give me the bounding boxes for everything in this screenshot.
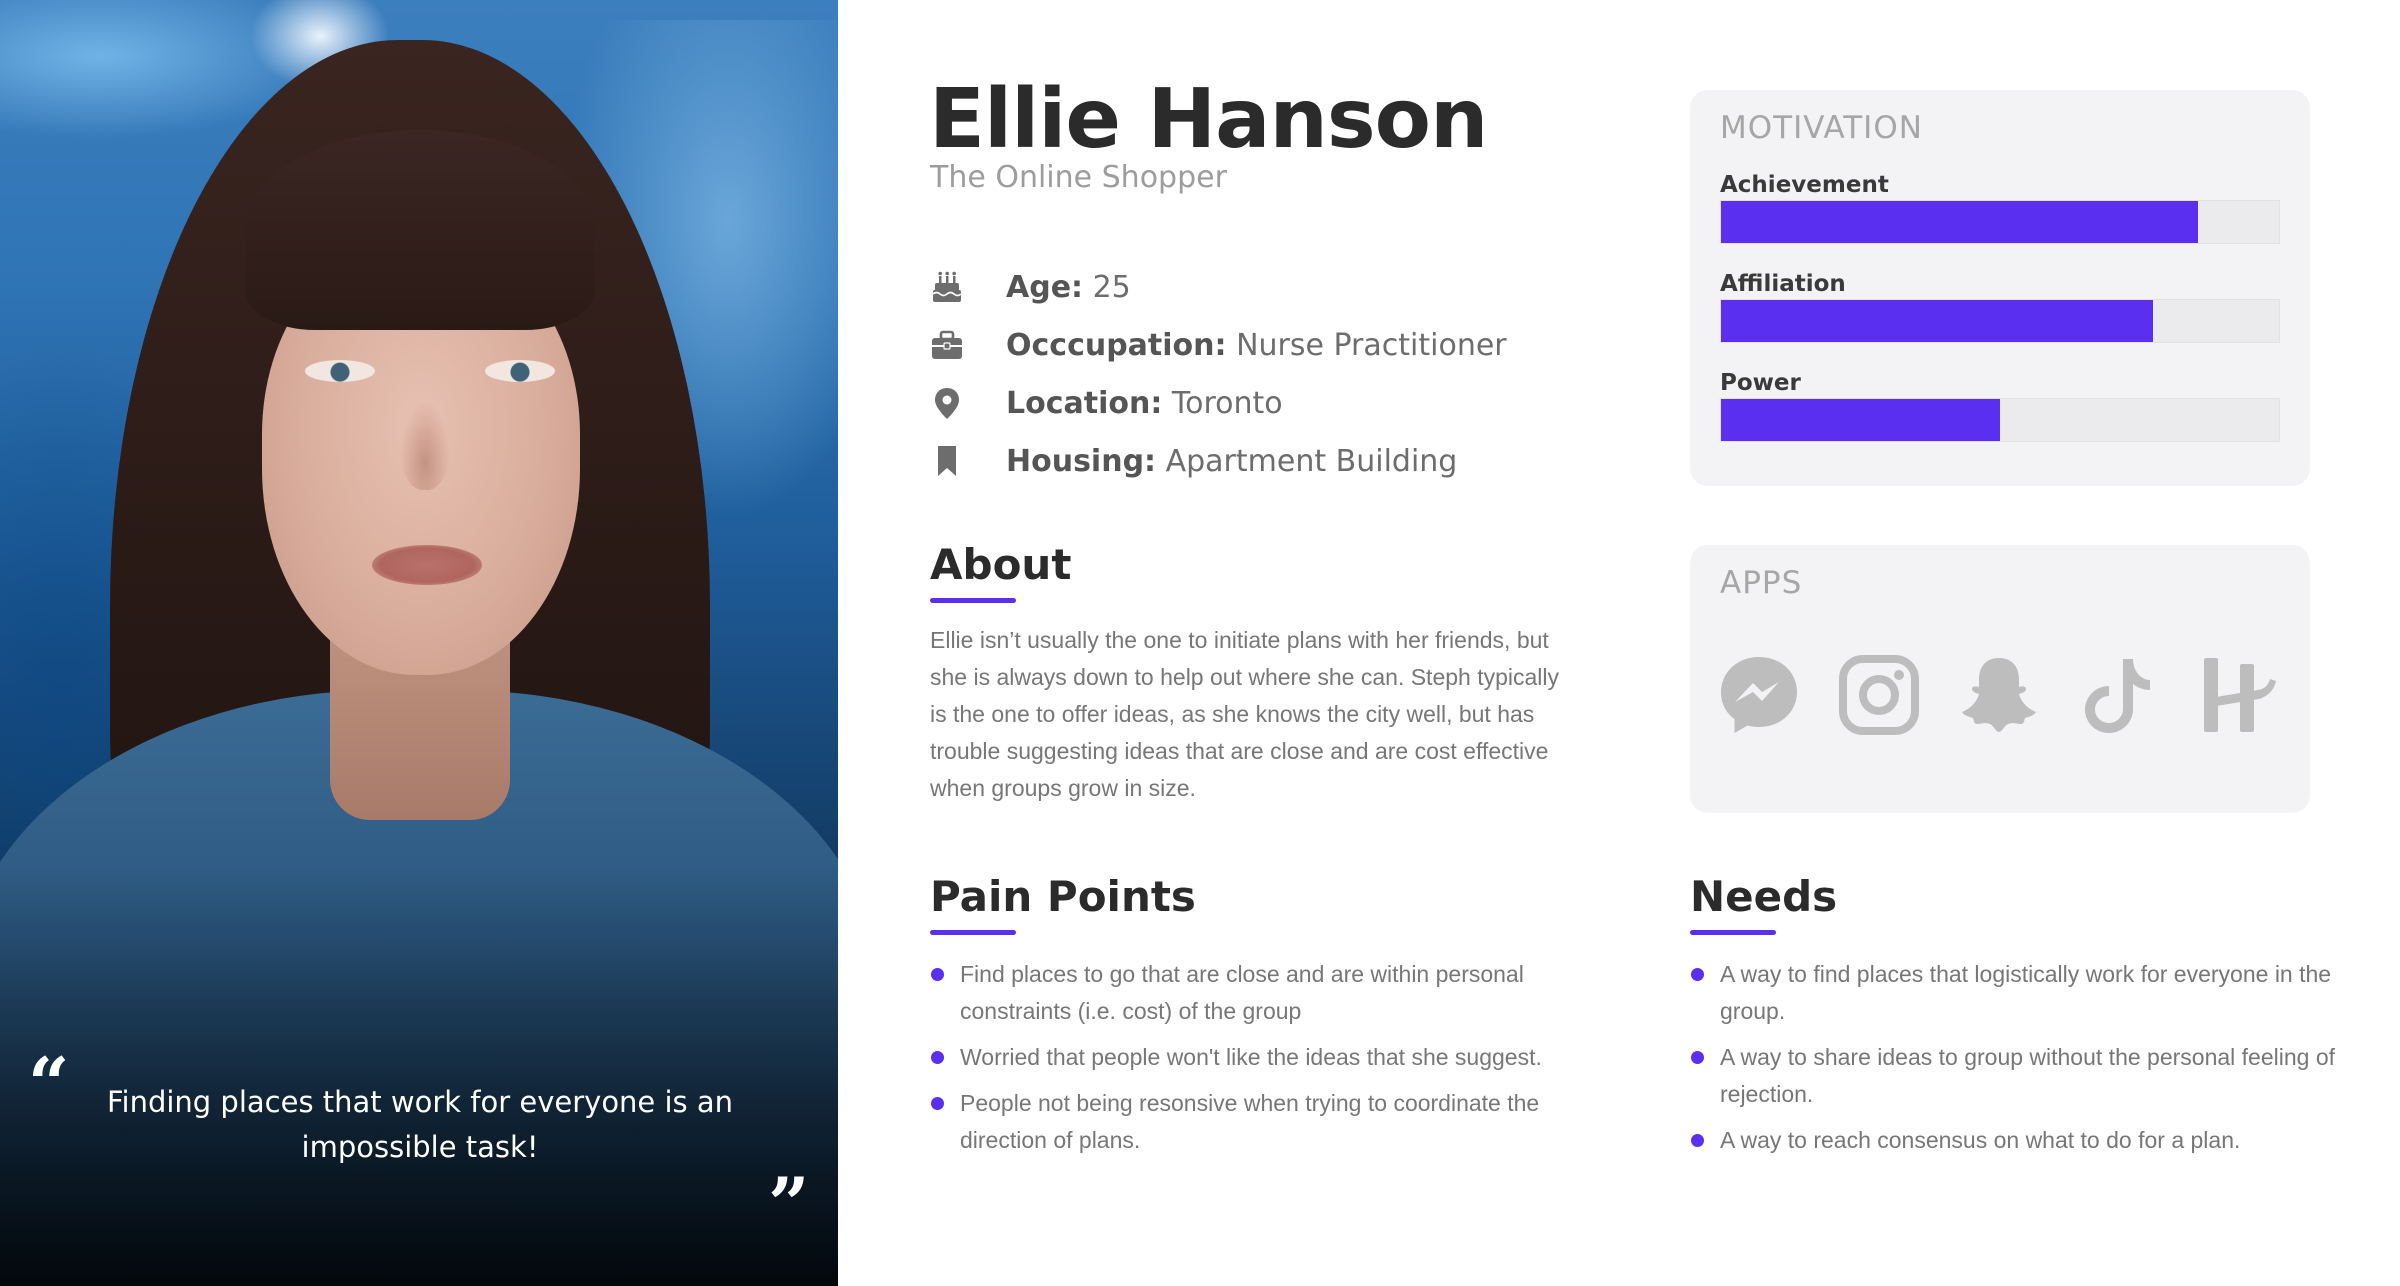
- instagram-icon: [1838, 645, 1958, 745]
- briefcase-icon: [930, 326, 978, 364]
- snapchat-icon: [1958, 645, 2078, 745]
- info-occupation: Occcupation: Nurse Practitioner: [1006, 328, 1507, 363]
- info-value: Apartment Building: [1165, 443, 1458, 479]
- bar-fill: [1721, 300, 2154, 342]
- about-underline: [930, 598, 1016, 603]
- photo-shade: [0, 866, 838, 1286]
- info-row-age: Age: 25: [930, 258, 1507, 316]
- needs-underline: [1690, 930, 1776, 935]
- location-pin-icon: [930, 384, 978, 422]
- list-item: A way to share ideas to group without th…: [1690, 1039, 2350, 1113]
- info-label: Housing:: [1006, 443, 1157, 479]
- motivation-card: MOTIVATION Achievement Affiliation Power: [1690, 90, 2310, 486]
- info-row-housing: Housing: Apartment Building: [930, 432, 1507, 490]
- bar-label: Power: [1720, 370, 1801, 396]
- photo-eye: [305, 360, 375, 382]
- needs-heading: Needs: [1690, 872, 1838, 921]
- bookmark-icon: [930, 442, 978, 480]
- messenger-icon: [1718, 645, 1838, 745]
- persona-subtitle: The Online Shopper: [930, 160, 1227, 195]
- motivation-bar-achievement: Achievement: [1720, 170, 2280, 244]
- motivation-title: MOTIVATION: [1720, 110, 1923, 146]
- list-item: A way to find places that logistically w…: [1690, 956, 2350, 1030]
- info-row-occupation: Occcupation: Nurse Practitioner: [930, 316, 1507, 374]
- apps-card: APPS: [1690, 545, 2310, 813]
- pain-points-underline: [930, 930, 1016, 935]
- bar-label: Affiliation: [1720, 271, 1846, 297]
- tiktok-icon: [2078, 645, 2198, 745]
- list-item: Find places to go that are close and are…: [930, 956, 1570, 1030]
- cake-icon: [930, 268, 978, 306]
- bar-track: [1720, 200, 2280, 244]
- list-item: People not being resonsive when trying t…: [930, 1085, 1570, 1159]
- bar-fill: [1721, 399, 2000, 441]
- photo-eye: [485, 360, 555, 382]
- apps-title: APPS: [1720, 565, 1803, 601]
- bar-track: [1720, 398, 2280, 442]
- close-quote-icon: ”: [768, 1161, 810, 1246]
- persona-quote: Finding places that work for everyone is…: [106, 1085, 734, 1164]
- info-label: Age:: [1006, 269, 1084, 305]
- apps-icon-row: [1718, 645, 2318, 745]
- bar-label: Achievement: [1720, 172, 1889, 198]
- info-location: Location: Toronto: [1006, 386, 1283, 421]
- info-age: Age: 25: [1006, 270, 1131, 305]
- houseparty-icon: [2198, 645, 2318, 745]
- info-label: Occcupation:: [1006, 327, 1227, 363]
- needs-list: A way to find places that logistically w…: [1690, 956, 2350, 1168]
- bar-track: [1720, 299, 2280, 343]
- open-quote-icon: “: [28, 1041, 70, 1126]
- persona-photo: “ Finding places that work for everyone …: [0, 0, 838, 1286]
- bar-fill: [1721, 201, 2199, 243]
- about-text: Ellie isn’t usually the one to initiate …: [930, 627, 1560, 801]
- photo-nose: [400, 400, 450, 490]
- photo-bangs: [245, 130, 595, 330]
- info-value: Nurse Practitioner: [1236, 327, 1507, 363]
- photo-lips: [372, 545, 482, 585]
- pain-points-heading: Pain Points: [930, 872, 1196, 921]
- list-item: A way to reach consensus on what to do f…: [1690, 1122, 2350, 1159]
- info-housing: Housing: Apartment Building: [1006, 444, 1457, 479]
- info-row-location: Location: Toronto: [930, 374, 1507, 432]
- info-value: 25: [1092, 269, 1131, 305]
- info-label: Location:: [1006, 385, 1163, 421]
- about-heading: About: [930, 540, 1072, 589]
- motivation-bar-power: Power: [1720, 368, 2280, 442]
- motivation-bar-affiliation: Affiliation: [1720, 269, 2280, 343]
- pain-points-list: Find places to go that are close and are…: [930, 956, 1570, 1168]
- list-item: Worried that people won't like the ideas…: [930, 1039, 1570, 1076]
- info-value: Toronto: [1171, 385, 1283, 421]
- persona-info-list: Age: 25 Occcupation: Nurse Practitioner …: [930, 258, 1507, 490]
- persona-name: Ellie Hanson: [929, 72, 1488, 167]
